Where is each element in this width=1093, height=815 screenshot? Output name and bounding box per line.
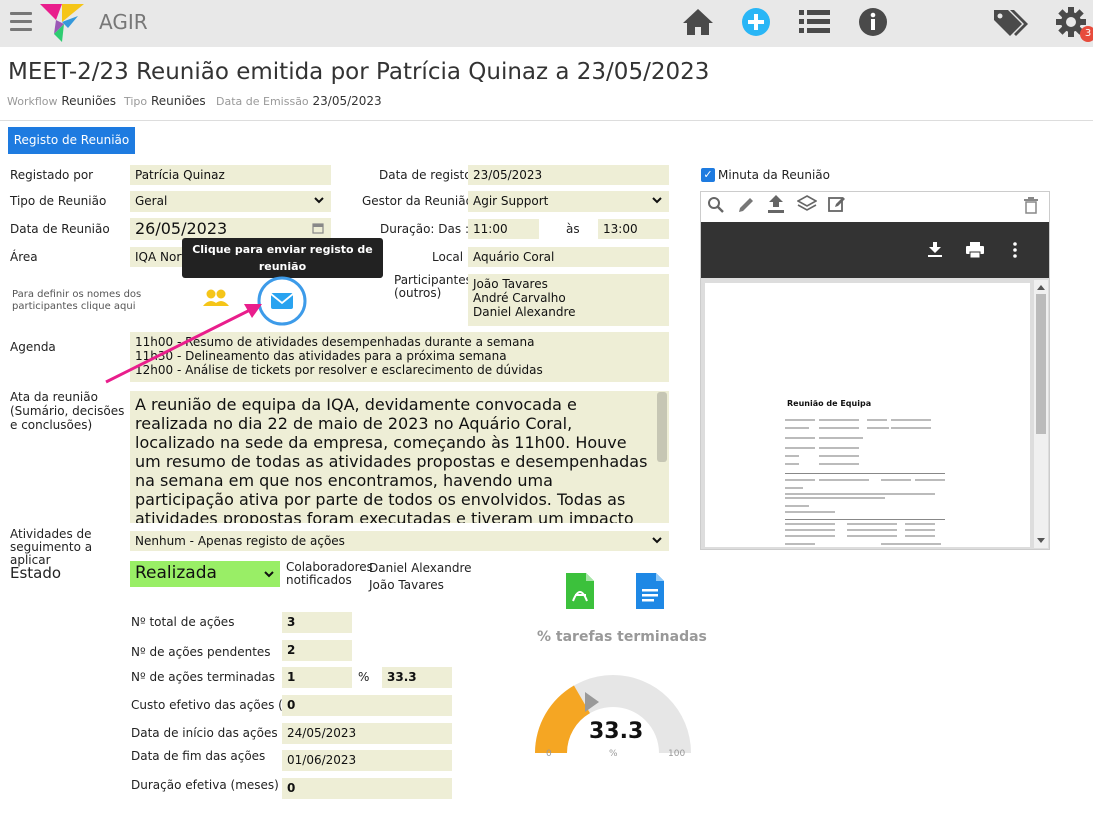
chevron-down-icon — [652, 537, 662, 544]
registado-por-field[interactable]: Patrícia Quinaz — [130, 165, 331, 185]
label-acoes-terminadas: Nº de ações terminadas — [131, 670, 276, 684]
label-duracao-efetiva: Duração efetiva (meses) — [131, 778, 279, 792]
doc-icon[interactable] — [636, 573, 664, 609]
label-registado-por: Registado por — [10, 168, 94, 182]
atividades-select[interactable]: Nenhum - Apenas registo de ações — [130, 531, 669, 551]
ata-field[interactable]: A reunião de equipa da IQA, devidamente … — [130, 391, 669, 523]
label-gestor: Gestor da Reunião — [362, 194, 473, 208]
colaborador-2: João Tavares — [369, 578, 444, 592]
data-reuniao-field[interactable]: 26/05/2023 — [130, 218, 331, 240]
total-acoes-field: 3 — [282, 612, 352, 633]
download-icon[interactable] — [927, 241, 943, 259]
meta-workflow: Workflow Reuniões — [7, 94, 117, 108]
local-field[interactable]: Aquário Coral — [468, 247, 669, 267]
acoes-pendentes-field: 2 — [282, 640, 352, 661]
meta-data-emissao: Data de Emissão 23/05/2023 — [216, 94, 382, 108]
label-data-fim: Data de fim das ações — [131, 749, 266, 763]
annotation-arrow — [105, 304, 262, 384]
search-icon[interactable] — [707, 196, 725, 214]
label-estado: Estado — [10, 564, 62, 582]
data-registo-field[interactable]: 23/05/2023 — [468, 165, 669, 185]
tab-registo-reuniao[interactable]: Registo de Reunião — [8, 127, 135, 154]
label-total-acoes: Nº total de ações — [131, 615, 235, 629]
chevron-down-icon — [652, 197, 662, 204]
label-duracao: Duração: Das : — [380, 222, 469, 236]
data-inicio-field: 24/05/2023 — [282, 723, 452, 744]
gauge-min: 0 — [546, 749, 552, 759]
gauge-unit: % — [609, 749, 618, 759]
gestor-select[interactable]: Agir Support — [468, 191, 669, 212]
pencil-icon[interactable] — [737, 196, 755, 214]
label-pct: % — [358, 670, 370, 684]
label-custo: Custo efetivo das ações (€) — [131, 698, 296, 712]
edit-icon[interactable] — [827, 195, 847, 213]
duracao-efetiva-field: 0 — [282, 778, 452, 799]
menu-icon[interactable] — [10, 12, 32, 32]
add-circle-icon[interactable] — [741, 7, 771, 37]
acoes-terminadas-field: 1 — [282, 667, 352, 688]
info-icon[interactable] — [858, 7, 888, 37]
label-tipo-reuniao: Tipo de Reunião — [10, 194, 107, 208]
top-bar — [0, 0, 1093, 47]
area-field[interactable]: IQA Norte — [130, 247, 190, 267]
agir-logo — [40, 4, 84, 42]
pdf-scrollbar-thumb[interactable] — [1036, 294, 1046, 434]
gauge-value: 33.3 — [589, 719, 644, 744]
chevron-down-icon — [314, 197, 324, 204]
print-icon[interactable] — [965, 241, 985, 259]
label-participantes-outros: Participantes (outros) — [394, 273, 472, 300]
divider — [0, 120, 1093, 121]
label-acoes-pendentes: Nº de ações pendentes — [131, 645, 271, 659]
tags-icon[interactable] — [992, 6, 1030, 38]
label-colaboradores: Colaboradores notificados — [286, 560, 373, 587]
gauge-max: 100 — [668, 749, 686, 759]
label-agenda: Agenda — [10, 340, 56, 354]
scroll-up-icon[interactable] — [1037, 284, 1045, 290]
ata-scrollbar[interactable] — [657, 392, 667, 462]
minuta-checkbox[interactable]: ✓ — [701, 168, 715, 182]
pdf-page: Reunião de Equipa — [705, 283, 1030, 547]
scroll-down-icon[interactable] — [1037, 538, 1045, 544]
participantes-outros-field[interactable]: João Tavares André Carvalho Daniel Alexa… — [468, 274, 669, 326]
label-data-registo: Data de registo — [379, 168, 472, 182]
colaborador-1: Daniel Alexandre — [369, 561, 472, 575]
chevron-down-icon — [264, 571, 274, 578]
pct-field: 33.3 — [382, 667, 452, 688]
label-local: Local — [432, 250, 464, 264]
duracao-das-field[interactable]: 11:00 — [468, 219, 539, 239]
tooltip: Clique para enviar registo de reunião — [182, 238, 383, 284]
label-as: às — [566, 222, 580, 236]
tipo-reuniao-select[interactable]: Geral — [130, 191, 331, 212]
trash-icon[interactable] — [1023, 196, 1039, 214]
doc-content — [785, 419, 945, 545]
pdf-icon[interactable] — [566, 573, 594, 609]
minuta-label: Minuta da Reunião — [718, 168, 830, 182]
list-icon[interactable] — [799, 9, 831, 35]
estado-select[interactable]: Realizada — [130, 561, 280, 587]
label-atividades: Atividades de seguimento a aplicar — [10, 527, 93, 567]
meta-tipo: Tipo Reuniões — [124, 94, 206, 108]
notification-badge[interactable]: 3 — [1080, 26, 1093, 42]
label-data-inicio: Data de início das ações — [131, 726, 278, 740]
page-title: MEET-2/23 Reunião emitida por Patrícia Q… — [8, 59, 710, 85]
label-data-reuniao: Data de Reunião — [10, 222, 110, 236]
doc-title: Reunião de Equipa — [787, 399, 872, 408]
duracao-ate-field[interactable]: 13:00 — [598, 219, 669, 239]
data-fim-field: 01/06/2023 — [282, 750, 452, 771]
home-icon[interactable] — [681, 7, 715, 37]
layers-icon[interactable] — [797, 195, 817, 213]
pdf-toolbar — [701, 222, 1049, 278]
more-vert-icon[interactable] — [1011, 241, 1019, 259]
custo-field: 0 — [282, 695, 452, 716]
label-ata: Ata da reunião (Sumário, decisões e conc… — [10, 390, 125, 432]
app-name: AGIR — [99, 10, 148, 34]
gauge-title: % tarefas terminadas — [537, 629, 707, 645]
upload-icon[interactable] — [767, 194, 785, 214]
calendar-icon[interactable] — [312, 222, 324, 234]
label-area: Área — [10, 250, 38, 264]
